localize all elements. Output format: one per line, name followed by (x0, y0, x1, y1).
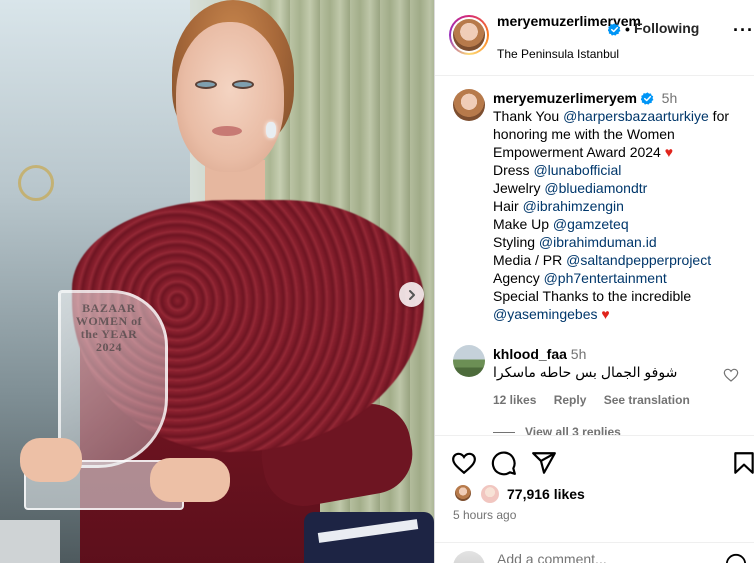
author-avatar[interactable] (449, 15, 489, 55)
photo-background-lamp (18, 165, 54, 201)
caption-mention[interactable]: @gamzeteq (553, 216, 629, 232)
caption-text: Styling (493, 234, 539, 250)
comment-meta-row: 12 likes Reply See translation (493, 393, 704, 407)
caption-text: Special Thanks to the incredible (493, 288, 692, 304)
comment-item: khlood_faa 5h شوفو الجمال بس حاطه ماسكرا (493, 345, 733, 381)
heart-emoji: ♥ (597, 306, 610, 322)
caption-line: Media / PR @saltandpepperproject (493, 251, 749, 269)
caption-text: Make Up (493, 216, 553, 232)
photo-hand-left (20, 438, 82, 482)
photo-earring (266, 122, 276, 138)
post-side-panel: meryemuzerlimeryem • Following ··· The P… (434, 0, 754, 563)
share-icon[interactable] (531, 450, 557, 476)
post-header: meryemuzerlimeryem • Following ··· The P… (435, 0, 754, 76)
verified-badge-icon (608, 21, 621, 39)
caption-text: Empowerment Award 2024 (493, 144, 665, 160)
add-comment-input[interactable] (497, 551, 717, 563)
emoji-icon[interactable] (453, 551, 485, 563)
photo-eye-left (195, 80, 217, 89)
caption-author-avatar[interactable] (453, 89, 485, 121)
caption-mention[interactable]: @ibrahimduman.id (539, 234, 657, 250)
caption-line: Dress @lunabofficial (493, 161, 749, 179)
photo-lips (212, 126, 242, 136)
caption-line: Empowerment Award 2024 ♥ (493, 143, 749, 161)
comment-reply-button[interactable]: Reply (554, 393, 587, 407)
photo-trophy-text: BAZAAR WOMEN of the YEAR 2024 (75, 301, 143, 354)
posted-time[interactable]: 5 hours ago (453, 508, 516, 522)
comment-time: 5h (570, 346, 587, 362)
heart-emoji: ♥ (664, 144, 674, 160)
liker-avatar (479, 483, 501, 505)
next-image-button[interactable] (399, 282, 424, 307)
view-replies-button[interactable]: View all 3 replies (493, 425, 621, 435)
caption-mention[interactable]: @saltandpepperproject (566, 252, 711, 268)
commenter-avatar[interactable] (453, 345, 485, 377)
avatar-image (453, 19, 485, 51)
caption-text: Thank You (493, 108, 564, 124)
see-translation-button[interactable]: See translation (604, 393, 690, 407)
comments-scroll-area[interactable]: meryemuzerlimeryem 5h Thank You @harpers… (435, 77, 754, 435)
caption-mention[interactable]: @ibrahimzengin (523, 198, 624, 214)
emoji-picker-icon[interactable] (725, 553, 747, 563)
caption-mention[interactable]: @harpersbazaarturkiye (563, 108, 709, 124)
caption-text: Media / PR (493, 252, 567, 268)
view-replies-label: View all 3 replies (525, 425, 621, 435)
photo-face (176, 22, 284, 172)
caption-mention[interactable]: @lunabofficial (533, 162, 621, 178)
caption-line: Agency @ph7entertainment (493, 269, 749, 287)
comment-like-heart-icon[interactable] (723, 367, 739, 383)
bookmark-icon[interactable] (731, 450, 754, 476)
caption-mention[interactable]: @yasemingebes (493, 306, 598, 322)
caption-mention[interactable]: @ph7entertainment (544, 270, 667, 286)
replies-divider (493, 432, 515, 433)
heart-icon[interactable] (451, 450, 477, 476)
likes-count[interactable]: 77,916 likes (507, 486, 585, 502)
caption-line: Special Thanks to the incredible (493, 287, 749, 305)
post-caption: meryemuzerlimeryem 5h Thank You @harpers… (493, 89, 749, 323)
caption-line: Styling @ibrahimduman.id (493, 233, 749, 251)
caption-text: Dress (493, 162, 534, 178)
caption-text: for (708, 108, 730, 124)
post-actions: 77,916 likes 5 hours ago (435, 435, 754, 563)
photo-eye-right (232, 80, 254, 89)
author-username[interactable]: meryemuzerlimeryem (497, 13, 657, 30)
comment-icon[interactable] (491, 450, 517, 476)
caption-text: Agency (493, 270, 544, 286)
caption-mention[interactable]: @bluediamondtr (544, 180, 647, 196)
photo-hand-right (150, 458, 230, 502)
photo-sofa (0, 520, 60, 563)
commenter-username[interactable]: khlood_faa (493, 346, 567, 362)
caption-username[interactable]: meryemuzerlimeryem (493, 90, 637, 106)
following-button[interactable]: Following (634, 20, 699, 36)
caption-line: Jewelry @bluediamondtr (493, 179, 749, 197)
caption-text: Hair (493, 198, 523, 214)
caption-line: Make Up @gamzeteq (493, 215, 749, 233)
caption-line: Thank You @harpersbazaarturkiye for (493, 107, 749, 125)
caption-line-0: meryemuzerlimeryem 5h (493, 89, 749, 107)
comment-likes[interactable]: 12 likes (493, 393, 536, 407)
caption-text: honoring me with the Women (493, 126, 675, 142)
chevron-right-icon (408, 289, 415, 300)
post-location[interactable]: The Peninsula Istanbul (497, 47, 619, 61)
post-photo[interactable]: BAZAAR WOMEN of the YEAR 2024 (0, 0, 434, 563)
add-comment-bar (435, 542, 754, 563)
caption-line: @yasemingebes ♥ (493, 305, 749, 323)
liker-avatar (453, 483, 473, 503)
caption-line: honoring me with the Women (493, 125, 749, 143)
caption-time: 5h (661, 90, 678, 106)
more-options-button[interactable]: ··· (733, 20, 754, 41)
caption-line: Hair @ibrahimzengin (493, 197, 749, 215)
header-separator: • (625, 21, 630, 37)
caption-text: Jewelry (493, 180, 545, 196)
comment-text: شوفو الجمال بس حاطه ماسكرا (493, 364, 678, 380)
verified-badge-icon (640, 92, 654, 105)
